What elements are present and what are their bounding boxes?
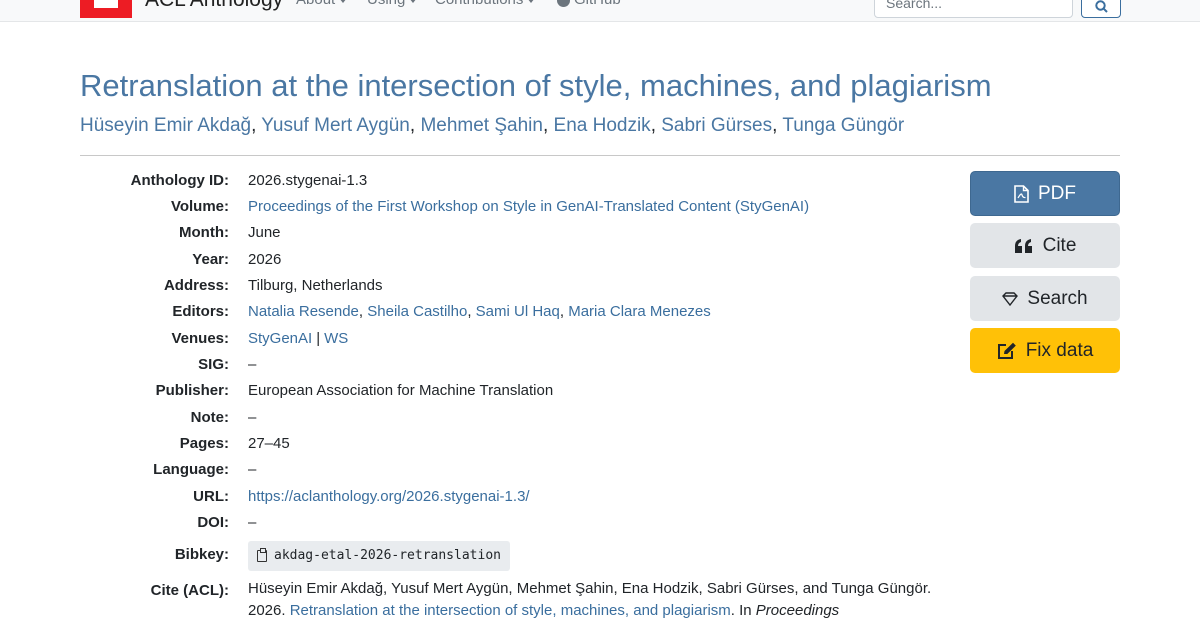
- brand-name[interactable]: ACL Anthology: [145, 0, 283, 12]
- search-input[interactable]: [874, 0, 1073, 18]
- chevron-down-icon: [339, 0, 348, 3]
- diamond-icon: [1002, 291, 1019, 306]
- editor-link[interactable]: Sami Ul Haq: [476, 303, 560, 320]
- editor-separator: ,: [358, 303, 368, 320]
- divider: [80, 155, 1120, 156]
- file-pdf-icon: [1014, 184, 1029, 203]
- acl-logo[interactable]: [80, 0, 132, 18]
- editor-separator: ,: [559, 303, 569, 320]
- author-separator: ,: [542, 115, 554, 136]
- author-separator: ,: [772, 115, 783, 136]
- edit-icon: [997, 342, 1016, 359]
- nav-using[interactable]: Using: [367, 0, 418, 8]
- search-icon: [1095, 0, 1108, 13]
- author-link[interactable]: Mehmet Şahin: [420, 115, 543, 136]
- chevron-down-icon: [409, 0, 418, 3]
- venue-link[interactable]: StyGenAI: [248, 330, 312, 347]
- cite-button[interactable]: Cite: [970, 223, 1120, 268]
- nav-contributions[interactable]: Contributions: [435, 0, 536, 8]
- citation-text: Hüseyin Emir Akdağ, Yusuf Mert Aygün, Me…: [248, 580, 932, 619]
- editor-link[interactable]: Natalia Resende: [248, 303, 359, 320]
- editor-separator: ,: [467, 303, 476, 320]
- volume-link[interactable]: Proceedings of the First Workshop on Sty…: [248, 198, 809, 215]
- editor-link[interactable]: Sheila Castilho: [367, 303, 467, 320]
- github-icon: [557, 0, 570, 7]
- author-separator: ,: [650, 115, 662, 136]
- citation-title-link[interactable]: Retranslation at the intersection of sty…: [290, 602, 731, 619]
- paper-title: Retranslation at the intersection of sty…: [80, 68, 992, 103]
- paper-url-link[interactable]: https://aclanthology.org/2026.stygenai-1…: [248, 488, 530, 505]
- nav-about[interactable]: About: [296, 0, 348, 8]
- clipboard-icon: [257, 548, 267, 562]
- author-link[interactable]: Hüseyin Emir Akdağ: [80, 115, 251, 136]
- navbar: ACL Anthology About Using Contributions …: [0, 0, 1200, 22]
- search-button[interactable]: Search: [970, 276, 1120, 321]
- author-link[interactable]: Ena Hodzik: [554, 115, 651, 136]
- quote-icon: [1014, 238, 1032, 253]
- author-link[interactable]: Yusuf Mert Aygün: [261, 115, 410, 136]
- search-submit-button[interactable]: [1081, 0, 1121, 18]
- chevron-down-icon: [527, 0, 536, 3]
- fix-data-button[interactable]: Fix data: [970, 328, 1120, 373]
- nav-github[interactable]: GitHub: [557, 0, 621, 8]
- venue-link[interactable]: WS: [324, 330, 348, 347]
- author-separator: ,: [251, 115, 262, 136]
- author-separator: ,: [409, 115, 421, 136]
- bibkey-copy-button[interactable]: akdag-etal-2026-retranslation: [248, 541, 510, 571]
- editor-link[interactable]: Maria Clara Menezes: [568, 303, 711, 320]
- author-link[interactable]: Sabri Gürses: [661, 115, 772, 136]
- author-link[interactable]: Tunga Güngör: [782, 115, 904, 136]
- pdf-button[interactable]: PDF: [970, 171, 1120, 216]
- author-list: Hüseyin Emir Akdağ, Yusuf Mert Aygün, Me…: [80, 113, 904, 139]
